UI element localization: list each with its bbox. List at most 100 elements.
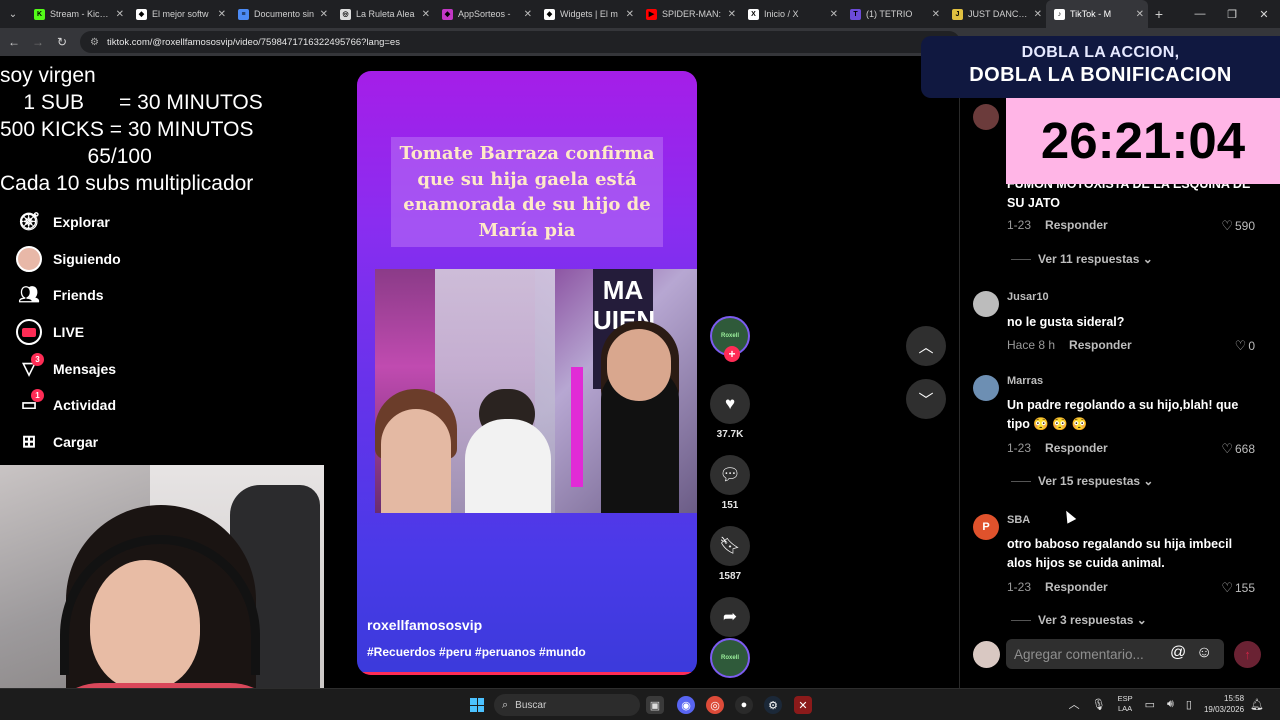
tab-close-icon[interactable]: ✕ (728, 9, 736, 20)
microphone-icon[interactable]: 🎙︎ (1092, 698, 1106, 711)
commenter-avatar[interactable] (973, 375, 999, 401)
browser-tab[interactable]: ▶ SPIDER-MAN: ✕ (638, 0, 740, 28)
nav-siguiendo[interactable]: Siguiendo (16, 241, 216, 278)
browser-tab[interactable]: ♪ TikTok - M ✕ (1046, 0, 1148, 28)
send-arrow-icon[interactable]: ↑ (1234, 641, 1261, 668)
follow-plus-icon[interactable]: + (724, 346, 740, 362)
previous-video-button[interactable]: ︿ (906, 326, 946, 366)
language-indicator[interactable]: ESP LAA (1118, 694, 1133, 714)
browser-tab[interactable]: ◎ La Ruleta Alea ✕ (332, 0, 434, 28)
close-window-icon[interactable]: ✕ (1248, 0, 1280, 28)
steam-icon[interactable]: ⚙ (764, 696, 782, 714)
tab-close-icon[interactable]: ✕ (524, 9, 532, 20)
nav-cargar[interactable]: ⊞ Cargar (16, 424, 216, 461)
url-field[interactable]: ⚙ tiktok.com/@roxellfamososvip/video/759… (80, 31, 960, 53)
video-player[interactable]: Tomate Barraza confirma que su hija gael… (357, 71, 697, 675)
comment-username[interactable]: Marras (1007, 375, 1043, 387)
comment-input[interactable]: Agregar comentario... @ ☺ (1006, 639, 1224, 669)
tab-close-icon[interactable]: ✕ (422, 9, 430, 20)
reply-button[interactable]: Responder (1069, 338, 1132, 352)
start-button-icon[interactable] (470, 698, 484, 712)
messages-icon: ▽ 3 (16, 352, 44, 382)
commenter-avatar[interactable] (973, 291, 999, 317)
view-replies-label: Ver 3 respuestas (1038, 613, 1134, 627)
bookmark-icon[interactable]: 🔖︎ (710, 526, 750, 566)
reply-button[interactable]: Responder (1045, 218, 1108, 232)
creator-avatar[interactable]: Roxell + (710, 316, 750, 362)
restore-icon[interactable]: ❐ (1216, 0, 1248, 28)
commenter-avatar[interactable] (973, 104, 999, 130)
tray-chevron-icon[interactable]: ︿ (1069, 696, 1080, 712)
obs-icon[interactable]: ● (735, 696, 753, 714)
video-progress-bar[interactable] (357, 672, 697, 675)
site-info-icon[interactable]: ⚙ (90, 37, 99, 48)
browser-tab[interactable]: T (1) TETRIO ✕ (842, 0, 944, 28)
mention-icon[interactable]: @ (1170, 644, 1186, 662)
forward-icon[interactable]: → (26, 28, 50, 56)
heart-icon[interactable]: ♥ (710, 384, 750, 424)
reload-icon[interactable]: ↻ (50, 28, 74, 56)
comment-like[interactable]: ♡ 668 (1221, 441, 1255, 457)
browser-tab[interactable]: ◆ El mejor softw ✕ (128, 0, 230, 28)
tab-close-icon[interactable]: ✕ (626, 9, 634, 20)
back-icon[interactable]: ← (2, 28, 26, 56)
nav-live[interactable]: LIVE (16, 314, 216, 351)
nav-explorar[interactable]: 🧭︎ Explorar (16, 204, 216, 241)
emoji-icon[interactable]: ☺ (1196, 644, 1212, 662)
nav-friends[interactable]: 👥︎ Friends (16, 277, 216, 314)
clock[interactable]: 15:58 19/03/2026 (1204, 693, 1244, 715)
tab-search-icon[interactable]: ⌄ (0, 0, 26, 28)
comment-like[interactable]: ♡ 0 (1235, 338, 1255, 354)
comment-like[interactable]: ♡ 590 (1221, 218, 1255, 234)
taskbar-search[interactable]: ⌕ Buscar (494, 694, 640, 716)
notification-bell-icon[interactable]: 🔔︎ (1250, 698, 1264, 711)
lang-bottom: LAA (1117, 704, 1133, 713)
comment-like[interactable]: ♡ 155 (1221, 580, 1255, 596)
browser-tab[interactable]: ◆ Widgets | El m ✕ (536, 0, 638, 28)
tab-close-icon[interactable]: ✕ (1034, 9, 1042, 20)
tab-favicon-icon: ♪ (1054, 8, 1065, 20)
tab-close-icon[interactable]: ✕ (1136, 9, 1144, 20)
nav-actividad[interactable]: ▭ 1 Actividad (16, 387, 216, 424)
tab-close-icon[interactable]: ✕ (116, 9, 124, 20)
browser-tab[interactable]: ◆ AppSorteos - ✕ (434, 0, 536, 28)
nav-mensajes[interactable]: ▽ 3 Mensajes (16, 350, 216, 387)
activity-badge: 1 (31, 389, 44, 403)
video-hashtags[interactable]: #Recuerdos #peru #peruanos #mundo (367, 645, 586, 659)
reply-button[interactable]: Responder (1045, 580, 1108, 594)
comment-icon[interactable]: 💬︎ (710, 455, 750, 495)
browser-tab[interactable]: ≡ Documento sin ✕ (230, 0, 332, 28)
comment-like-count: 155 (1234, 581, 1255, 595)
minimize-icon[interactable]: — (1184, 0, 1216, 28)
reply-button[interactable]: Responder (1045, 441, 1108, 455)
tab-close-icon[interactable]: ✕ (218, 9, 226, 20)
comment-username[interactable]: Jusar10 (1007, 291, 1049, 303)
sound-disc-icon[interactable]: Roxell (710, 638, 750, 678)
volume-icon[interactable]: 🔊︎ (1167, 698, 1174, 711)
view-replies-button[interactable]: Ver 11 respuestas ⌄ (1011, 252, 1153, 266)
tab-close-icon[interactable]: ✕ (320, 9, 328, 20)
network-icon[interactable]: ▭ (1145, 698, 1155, 711)
chrome-icon[interactable]: ◎ (706, 696, 724, 714)
next-video-button[interactable]: ﹀ (906, 379, 946, 419)
discord-icon[interactable]: ◉ (677, 696, 695, 714)
browser-tab[interactable]: K Stream - Kick D ✕ (26, 0, 128, 28)
task-view-icon[interactable]: ▣ (646, 696, 664, 714)
tiktok-sidenav: 🧭︎ Explorar Siguiendo 👥︎ Friends LIVE ▽ 3… (16, 204, 216, 460)
view-replies-button[interactable]: Ver 15 respuestas ⌄ (1011, 474, 1153, 488)
comment-username[interactable]: SBA (1007, 514, 1030, 526)
browser-tab[interactable]: J JUST DANCE N ✕ (944, 0, 1046, 28)
share-icon[interactable]: ➦ (710, 597, 750, 637)
new-tab-button[interactable]: + (1148, 6, 1170, 22)
heart-outline-icon: ♡ (1221, 441, 1233, 456)
tab-close-icon[interactable]: ✕ (932, 9, 940, 20)
browser-tab[interactable]: X Inicio / X ✕ (740, 0, 842, 28)
video-author[interactable]: roxellfamososvip (367, 617, 482, 633)
tab-close-icon[interactable]: ✕ (830, 9, 838, 20)
comment-date: 1-23 (1007, 218, 1032, 232)
view-replies-button[interactable]: Ver 3 respuestas ⌄ (1011, 613, 1147, 627)
app-icon[interactable]: ✕ (794, 696, 812, 714)
battery-icon[interactable]: ▯ (1186, 698, 1192, 711)
commenter-avatar[interactable]: P (973, 514, 999, 540)
chevron-down-icon: ⌄ (1136, 613, 1147, 627)
